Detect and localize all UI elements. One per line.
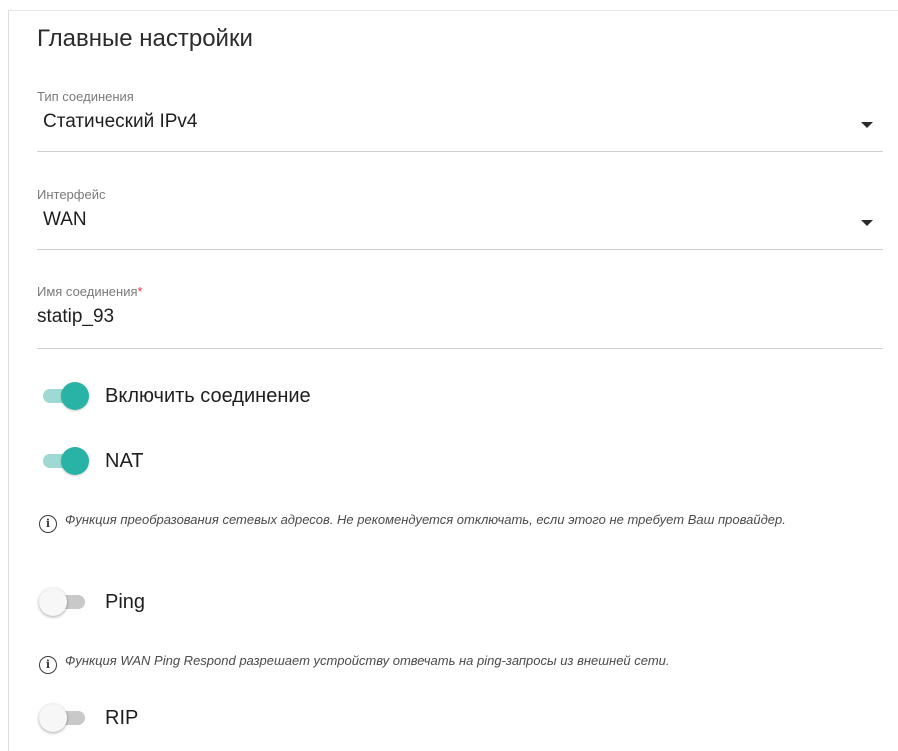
rip-row: RIP [39, 703, 138, 733]
required-marker: * [137, 284, 143, 299]
interface-label: Интерфейс [37, 187, 106, 202]
nat-info: i Функция преобразования сетевых адресов.… [39, 507, 879, 533]
toggle-thumb[interactable] [39, 704, 67, 732]
enable-connection-toggle[interactable] [39, 381, 91, 411]
ping-info: i Функция WAN Ping Respond разрешает устр… [39, 648, 879, 674]
nat-toggle[interactable] [39, 446, 91, 476]
connection-type-label: Тип соединения [37, 89, 134, 104]
connection-type-value[interactable]: Статический IPv4 [43, 111, 197, 133]
section-title: Главные настройки [37, 25, 253, 52]
nat-label: NAT [105, 449, 144, 472]
connection-name-label: Имя соединения* [37, 284, 143, 299]
interface-select[interactable]: Интерфейс WAN [37, 187, 883, 250]
interface-value[interactable]: WAN [43, 209, 87, 231]
connection-name-field[interactable]: Имя соединения* statip_93 [37, 284, 883, 349]
ping-info-text: Функция WAN Ping Respond разрешает устро… [65, 653, 670, 668]
info-circle-icon: i [39, 515, 57, 533]
enable-connection-label: Включить соединение [105, 384, 311, 407]
chevron-down-icon[interactable] [861, 122, 873, 128]
toggle-thumb[interactable] [39, 588, 67, 616]
toggle-thumb[interactable] [61, 382, 89, 410]
ping-toggle[interactable] [39, 587, 91, 617]
nat-row: NAT [39, 446, 144, 476]
enable-connection-row: Включить соединение [39, 381, 311, 411]
connection-name-label-text: Имя соединения [37, 284, 138, 299]
main-settings-card: Главные настройки Тип соединения Статиче… [8, 10, 898, 751]
nat-info-text: Функция преобразования сетевых адресов. … [65, 512, 786, 527]
ping-label: Ping [105, 590, 146, 613]
connection-type-select[interactable]: Тип соединения Статический IPv4 [37, 89, 883, 152]
toggle-thumb[interactable] [61, 447, 89, 475]
info-circle-icon: i [39, 656, 57, 674]
rip-toggle[interactable] [39, 703, 91, 733]
connection-name-input[interactable]: statip_93 [37, 306, 114, 328]
chevron-down-icon[interactable] [861, 220, 873, 226]
ping-row: Ping [39, 587, 145, 617]
rip-label: RIP [105, 706, 139, 729]
